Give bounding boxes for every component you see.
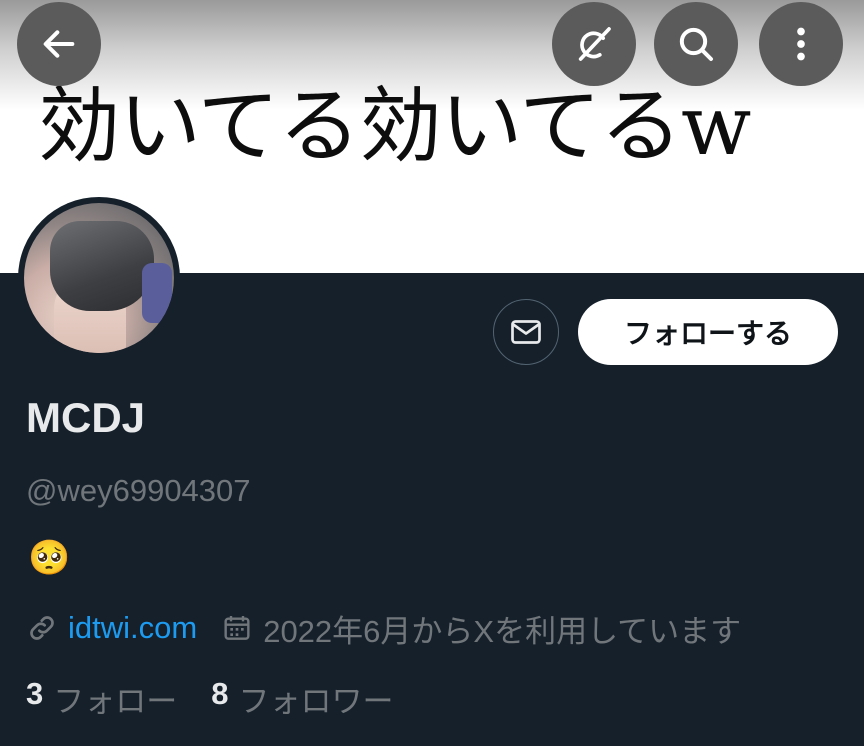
back-button[interactable]	[17, 2, 101, 86]
following-label: フォロー	[53, 684, 178, 719]
following-count: 3	[26, 676, 44, 711]
user-handle: @wey69904307	[26, 473, 251, 508]
calendar-icon	[224, 616, 250, 640]
more-button[interactable]	[759, 2, 843, 86]
more-vertical-icon	[797, 27, 805, 61]
avatar[interactable]	[18, 197, 180, 359]
display-name: MCDJ	[26, 394, 146, 441]
followers-count: 8	[211, 676, 229, 711]
follow-stats: 3 フォロー 8 フォロワー	[26, 676, 428, 721]
bio: 🥺	[28, 538, 71, 578]
following-link[interactable]: 3 フォロー	[26, 676, 211, 721]
follow-button[interactable]: フォローする	[578, 299, 838, 365]
avatar-image	[24, 203, 174, 353]
link-icon	[30, 616, 54, 640]
search-icon	[679, 27, 713, 61]
join-date: 2022年6月からXを利用しています	[263, 613, 742, 649]
banner-text: 効いてる効いてるw	[38, 79, 751, 174]
grok-icon	[578, 27, 611, 61]
grok-button[interactable]	[552, 2, 636, 86]
followers-label: フォロワー	[238, 684, 394, 719]
profile-link[interactable]: idtwi.com	[68, 610, 197, 646]
mail-icon	[511, 320, 541, 344]
profile-meta: idtwi.com 2022年6月からXを利用しています	[26, 606, 741, 650]
arrow-left-icon	[43, 30, 75, 58]
message-button[interactable]	[493, 299, 559, 365]
followers-link[interactable]: 8 フォロワー	[211, 676, 427, 721]
search-button[interactable]	[654, 2, 738, 86]
